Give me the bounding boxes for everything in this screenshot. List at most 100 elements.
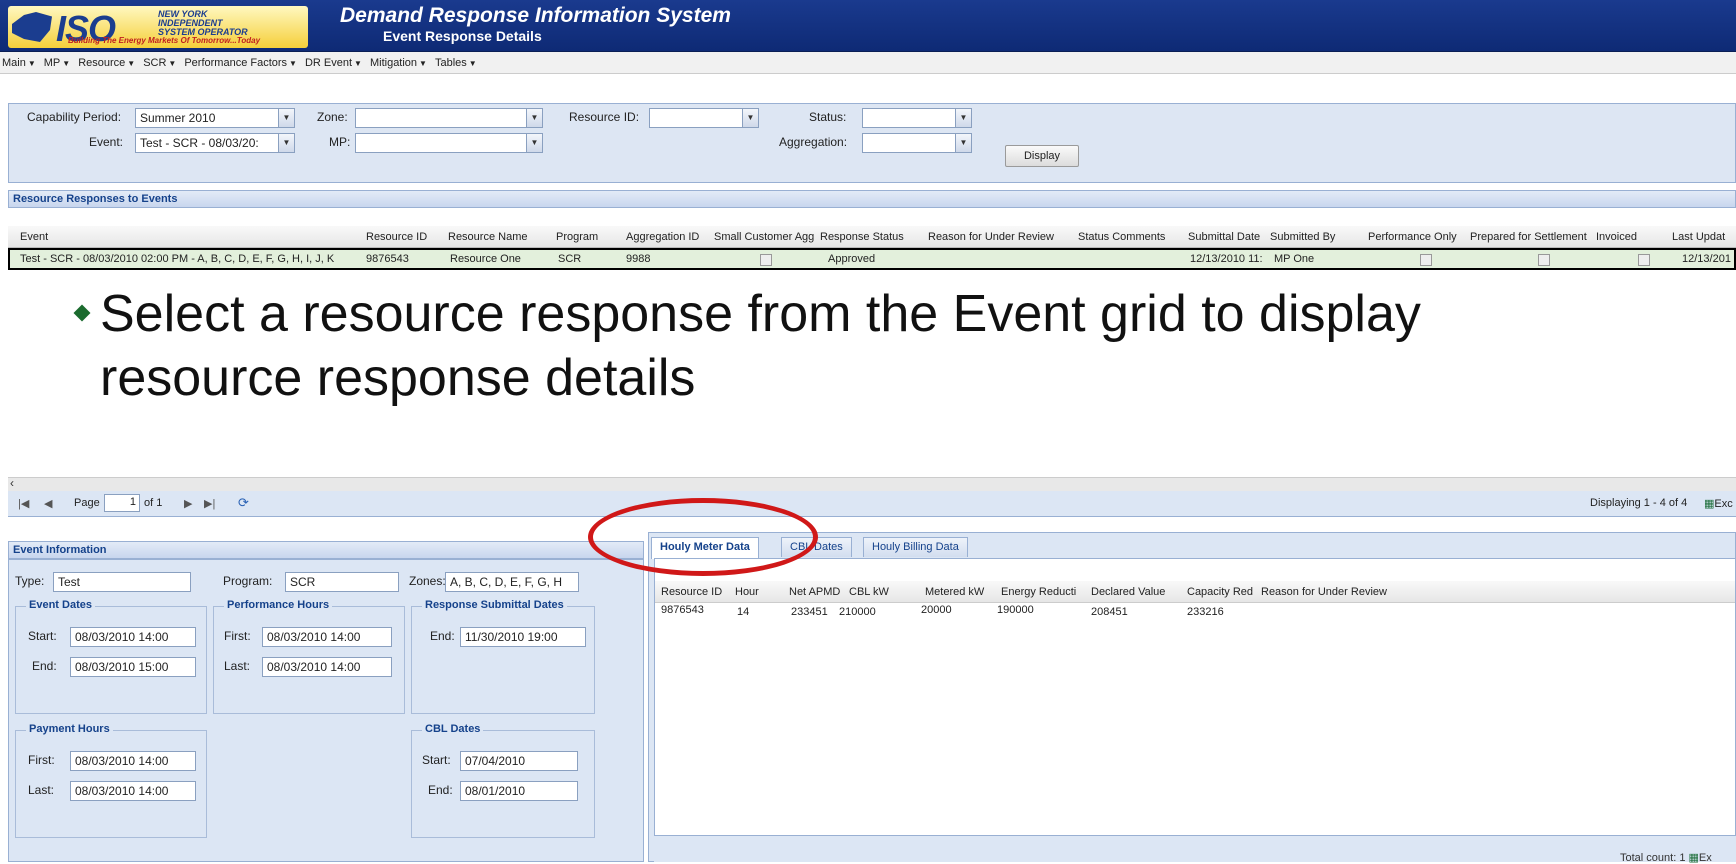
cbl-start-field[interactable]: 07/04/2010 (460, 751, 578, 771)
column-header[interactable]: Reason for Under Review (928, 231, 1054, 243)
page-count: of 1 (144, 497, 163, 509)
tab-houly-billing-data[interactable]: Houly Billing Data (863, 537, 968, 557)
program-field[interactable]: SCR (285, 572, 399, 592)
column-header[interactable]: Metered kW (925, 586, 984, 598)
cell-resource-id: 9876543 (366, 253, 409, 265)
caret-down-icon: ▼ (468, 58, 477, 68)
type-field[interactable]: Test (53, 572, 191, 592)
menu-label: Main (2, 56, 26, 69)
logo-badge: ISO NEW YORK INDEPENDENT SYSTEM OPERATOR… (8, 6, 308, 49)
column-header[interactable]: Resource Name (448, 231, 527, 243)
first-page-icon[interactable]: |◀ (18, 497, 29, 510)
response-submittal-group: Response Submittal Dates End: 11/30/2010… (411, 599, 595, 714)
pay-last-field[interactable]: 08/03/2010 14:00 (70, 781, 196, 801)
next-page-icon[interactable]: ▶ (184, 497, 192, 510)
menu-tables[interactable]: Tables ▼ (435, 57, 477, 69)
column-header[interactable]: Resource ID (366, 231, 427, 243)
horizontal-scrollbar[interactable]: ‹ (8, 476, 1736, 491)
event-start-field[interactable]: 08/03/2010 14:00 (70, 627, 196, 647)
event-select[interactable]: Test - SCR - 08/03/20: ▼ (135, 133, 295, 153)
column-header[interactable]: Hour (735, 586, 759, 598)
column-header[interactable]: Submittal Date (1188, 231, 1260, 243)
resource-id-select[interactable]: ▼ (649, 108, 759, 128)
column-header[interactable]: Resource ID (661, 586, 722, 598)
zone-select[interactable]: ▼ (355, 108, 543, 128)
cell-cbl-kw: 210000 (839, 606, 876, 618)
last-page-icon[interactable]: ▶| (204, 497, 215, 510)
menu-mitigation[interactable]: Mitigation ▼ (370, 57, 427, 69)
menu-performance-factors[interactable]: Performance Factors ▼ (184, 57, 297, 69)
status-select[interactable]: ▼ (862, 108, 972, 128)
column-header[interactable]: Prepared for Settlement (1470, 231, 1590, 243)
page-label: Page (74, 497, 100, 509)
column-header[interactable]: Program (556, 231, 598, 243)
column-header[interactable]: Status Comments (1078, 231, 1165, 243)
export-excel-button[interactable]: ▦Exc (1704, 497, 1733, 510)
cell-submittal-date: 12/13/2010 11: (1190, 253, 1263, 265)
start-label: Start: (28, 629, 57, 643)
perf-last-field[interactable]: 08/03/2010 14:00 (262, 657, 392, 677)
cell-program: SCR (558, 253, 582, 265)
menu-resource[interactable]: Resource ▼ (78, 57, 135, 69)
select-value: Summer 2010 (140, 111, 216, 125)
column-header[interactable]: Submitted By (1270, 231, 1335, 243)
event-label: Event: (89, 135, 124, 149)
prev-page-icon[interactable]: ◀ (44, 497, 52, 510)
caret-down-icon: ▼ (354, 58, 362, 68)
column-header[interactable]: Capacity Red (1187, 586, 1259, 598)
cell-submitted-by: MP One (1274, 253, 1315, 265)
response-end-field[interactable]: 11/30/2010 19:00 (460, 627, 586, 647)
last-label: Last: (28, 783, 55, 797)
menu-label: Tables (434, 56, 467, 69)
aggregation-label: Aggregation: (779, 135, 848, 149)
caret-down-icon: ▼ (27, 58, 36, 68)
perf-first-field[interactable]: 08/03/2010 14:00 (262, 627, 392, 647)
capability-period-select[interactable]: Summer 2010 ▼ (135, 108, 295, 128)
column-header[interactable]: Small Customer Agg (714, 231, 818, 243)
small-customer-checkbox[interactable] (760, 254, 772, 266)
menu-dr-event[interactable]: DR Event ▼ (305, 57, 362, 69)
column-header[interactable]: Reason for Under Review (1261, 586, 1387, 598)
event-info-panel: Type: Test Program: SCR Zones: A, B, C, … (8, 559, 644, 862)
column-header[interactable]: Net APMD (789, 586, 840, 598)
displaying-count: Displaying 1 - 4 of 4 (1590, 497, 1688, 509)
zones-field[interactable]: A, B, C, D, E, F, G, H (445, 572, 579, 592)
main-menu-bar: Main ▼ MP ▼ Resource ▼ SCR ▼ Performance Fac… (0, 52, 1736, 74)
export-excel-button[interactable]: ▦Ex (1689, 852, 1712, 864)
refresh-icon[interactable]: ⟳ (238, 495, 249, 511)
pay-first-field[interactable]: 08/03/2010 14:00 (70, 751, 196, 771)
column-header[interactable]: Last Updat (1672, 231, 1725, 243)
event-dates-group: Event Dates Start: 08/03/2010 14:00 End:… (15, 599, 207, 714)
aggregation-select[interactable]: ▼ (862, 133, 972, 153)
mp-select[interactable]: ▼ (355, 133, 543, 153)
responses-panel-title: Resource Responses to Events (8, 190, 1736, 208)
table-row[interactable]: Test - SCR - 08/03/2010 02:00 PM - A, B,… (8, 248, 1736, 270)
responses-grid-header: Event Resource ID Resource Name Program … (8, 226, 1736, 248)
prepared-for-settlement-checkbox[interactable] (1538, 254, 1550, 266)
cbl-dates-legend: CBL Dates (422, 723, 484, 735)
display-button[interactable]: Display (1005, 145, 1079, 167)
response-submittal-legend: Response Submittal Dates (422, 599, 567, 611)
caret-down-icon: ▼ (62, 58, 71, 68)
column-header[interactable]: Aggregation ID (626, 231, 699, 243)
column-header[interactable]: Invoiced (1596, 231, 1637, 243)
column-header[interactable]: Event (20, 231, 48, 243)
menu-label: Mitigation (369, 56, 418, 69)
column-header[interactable]: Energy Reducti (1001, 586, 1087, 598)
performance-only-checkbox[interactable] (1420, 254, 1432, 266)
menu-mp[interactable]: MP ▼ (44, 57, 70, 69)
column-header[interactable]: CBL kW (849, 586, 889, 598)
caret-down-icon: ▼ (168, 58, 177, 68)
column-header[interactable]: Response Status (820, 231, 904, 243)
menu-main[interactable]: Main ▼ (2, 57, 36, 69)
column-header[interactable]: Declared Value (1091, 586, 1165, 598)
menu-scr[interactable]: SCR ▼ (143, 57, 176, 69)
page-number-input[interactable]: 1 (104, 494, 140, 512)
table-row[interactable]: 9876543 14 233451 210000 20000 190000 20… (655, 603, 1735, 621)
invoiced-checkbox[interactable] (1638, 254, 1650, 266)
event-end-field[interactable]: 08/03/2010 15:00 (70, 657, 196, 677)
column-header[interactable]: Performance Only (1368, 231, 1457, 243)
scroll-left-icon[interactable]: ‹ (10, 476, 14, 490)
cbl-end-field[interactable]: 08/01/2010 (460, 781, 578, 801)
bullet-diamond-icon (73, 304, 91, 322)
